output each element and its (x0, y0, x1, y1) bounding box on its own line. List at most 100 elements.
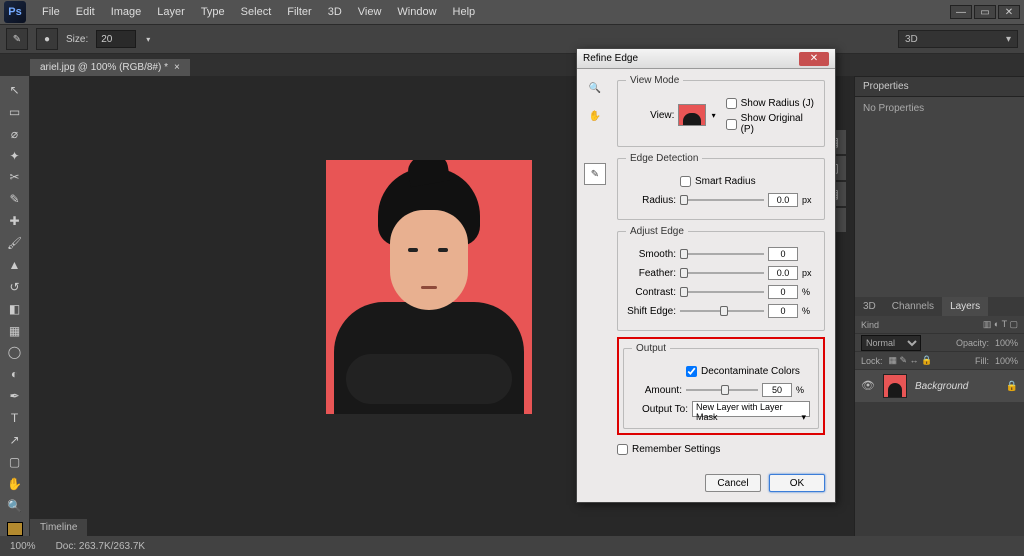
smooth-input[interactable] (768, 247, 798, 261)
shift-input[interactable] (768, 304, 798, 318)
edge-detection-legend: Edge Detection (626, 153, 702, 164)
blur-tool[interactable]: ◯ (3, 343, 27, 363)
crop-tool[interactable]: ✂ (3, 168, 27, 188)
type-tool[interactable]: T (3, 408, 27, 428)
menu-help[interactable]: Help (445, 6, 484, 18)
view-thumb[interactable] (678, 104, 705, 126)
visibility-icon[interactable]: 👁 (861, 379, 875, 393)
feather-slider[interactable] (680, 266, 764, 280)
lock-label: Lock: (861, 356, 883, 366)
brush-preview[interactable]: ● (36, 28, 58, 50)
zoom-value[interactable]: 100% (10, 541, 36, 552)
document-tab-bar: ariel.jpg @ 100% (RGB/8#) * × (0, 54, 1024, 76)
shape-tool[interactable]: ▢ (3, 452, 27, 472)
radius-input[interactable] (768, 193, 798, 207)
tab-channels[interactable]: Channels (884, 297, 942, 316)
show-radius-checkbox[interactable] (726, 98, 737, 109)
smooth-label: Smooth: (626, 249, 676, 260)
menu-filter[interactable]: Filter (279, 6, 319, 18)
menu-type[interactable]: Type (193, 6, 233, 18)
refine-brush-tool[interactable]: ✎ (584, 163, 606, 185)
decontaminate-label: Decontaminate Colors (701, 366, 800, 377)
size-dropdown-icon[interactable]: ▾ (146, 35, 150, 44)
workspace-select[interactable]: 3D▾ (898, 30, 1018, 48)
move-tool[interactable]: ↖ (3, 80, 27, 100)
healing-tool[interactable]: ✚ (3, 211, 27, 231)
dialog-titlebar[interactable]: Refine Edge ✕ (577, 49, 835, 69)
blend-mode-select[interactable]: Normal (861, 335, 921, 351)
menu-view[interactable]: View (350, 6, 390, 18)
tab-3d[interactable]: 3D (855, 297, 884, 316)
foreground-swatch[interactable] (7, 522, 23, 537)
stamp-tool[interactable]: ▲ (3, 255, 27, 275)
lasso-tool[interactable]: ⌀ (3, 124, 27, 144)
view-mode-group: View Mode View: ▾ Show Radius (J) Show O… (617, 75, 825, 147)
path-tool[interactable]: ↗ (3, 430, 27, 450)
size-label: Size: (66, 34, 88, 45)
decontaminate-checkbox[interactable] (686, 366, 697, 377)
brush-tool[interactable]: 🖌 (3, 233, 27, 253)
dodge-tool[interactable]: ◐ (3, 364, 27, 384)
ok-button[interactable]: OK (769, 474, 825, 492)
tab-layers[interactable]: Layers (942, 297, 988, 316)
maximize-button[interactable]: ▭ (974, 5, 996, 19)
dialog-close-button[interactable]: ✕ (799, 52, 829, 66)
filter-icons[interactable]: ▥ ◐ T ▢ (983, 319, 1018, 330)
hand-tool[interactable]: ✋ (3, 474, 27, 494)
document-tab[interactable]: ariel.jpg @ 100% (RGB/8#) * × (30, 59, 190, 76)
amount-slider[interactable] (686, 383, 758, 397)
close-button[interactable]: ✕ (998, 5, 1020, 19)
show-original-checkbox[interactable] (726, 119, 737, 130)
contrast-input[interactable] (768, 285, 798, 299)
marquee-tool[interactable]: ▭ (3, 102, 27, 122)
menu-select[interactable]: Select (233, 6, 280, 18)
properties-header[interactable]: Properties (855, 76, 1024, 97)
zoom-tool[interactable]: 🔍 (3, 496, 27, 516)
fill-label: Fill: (975, 356, 989, 366)
contrast-unit: % (802, 287, 816, 297)
opacity-label: Opacity: (956, 338, 989, 348)
output-to-select[interactable]: New Layer with Layer Mask▾ (692, 401, 810, 417)
shift-unit: % (802, 306, 816, 316)
fill-value[interactable]: 100% (995, 356, 1018, 366)
smart-radius-label: Smart Radius (695, 176, 756, 187)
radius-slider[interactable] (680, 193, 764, 207)
cancel-button[interactable]: Cancel (705, 474, 761, 492)
menu-file[interactable]: File (34, 6, 68, 18)
amount-input[interactable] (762, 383, 792, 397)
eraser-tool[interactable]: ◧ (3, 299, 27, 319)
magic-wand-tool[interactable]: ✦ (3, 146, 27, 166)
feather-input[interactable] (768, 266, 798, 280)
shift-label: Shift Edge: (626, 306, 676, 317)
menu-image[interactable]: Image (103, 6, 150, 18)
zoom-dlg-tool[interactable]: 🔍 (584, 77, 606, 99)
tab-close-icon[interactable]: × (174, 62, 180, 73)
lock-icons[interactable]: ▦ ✎ ↔ 🔒 (889, 355, 933, 366)
menu-3d[interactable]: 3D (320, 6, 350, 18)
smooth-slider[interactable] (680, 247, 764, 261)
layer-name: Background (915, 381, 968, 392)
shift-slider[interactable] (680, 304, 764, 318)
size-input[interactable] (96, 30, 136, 48)
pen-tool[interactable]: ✒ (3, 386, 27, 406)
smart-radius-checkbox[interactable] (680, 176, 691, 187)
gradient-tool[interactable]: ▦ (3, 321, 27, 341)
hand-dlg-tool[interactable]: ✋ (584, 105, 606, 127)
opacity-value[interactable]: 100% (995, 338, 1018, 348)
history-brush-tool[interactable]: ↺ (3, 277, 27, 297)
layer-row-background[interactable]: 👁 Background 🔒 (855, 370, 1024, 402)
menu-bar: Ps File Edit Image Layer Type Select Fil… (0, 0, 1024, 24)
layers-tabs: 3D Channels Layers (855, 297, 1024, 316)
menu-layer[interactable]: Layer (149, 6, 193, 18)
adjust-edge-group: Adjust Edge Smooth: Feather: px Contrast… (617, 226, 825, 331)
current-tool-icon[interactable]: ✎ (6, 28, 28, 50)
contrast-slider[interactable] (680, 285, 764, 299)
menu-edit[interactable]: Edit (68, 6, 103, 18)
menu-window[interactable]: Window (389, 6, 444, 18)
document-image (326, 160, 532, 414)
status-bar: 100% Doc: 263.7K/263.7K (0, 536, 1024, 556)
timeline-tab[interactable]: Timeline (30, 519, 87, 536)
minimize-button[interactable]: — (950, 5, 972, 19)
eyedropper-tool[interactable]: ✎ (3, 189, 27, 209)
remember-checkbox[interactable] (617, 444, 628, 455)
